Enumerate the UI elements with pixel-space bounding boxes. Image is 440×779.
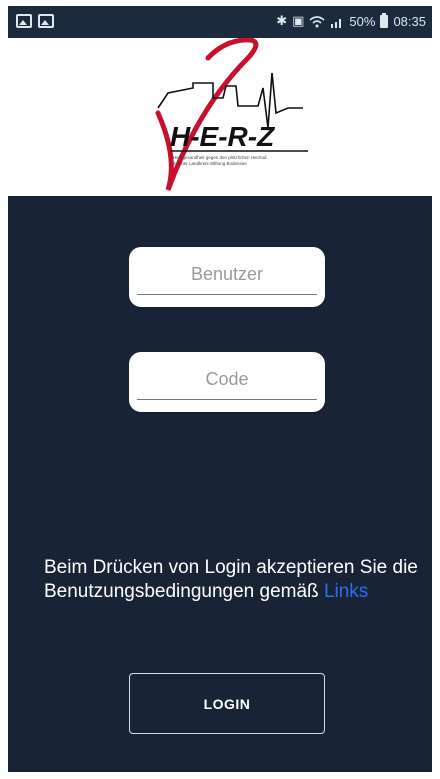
logo-header: H-E-R-Z Herzgesundheit gegen den plötzli…: [8, 38, 432, 196]
app-screen: ✱ ▣ 50% 08:35 H-E-R-Z Herzgesundheit geg…: [8, 6, 432, 772]
logo-title: H-E-R-Z: [170, 121, 275, 152]
battery-icon: [380, 13, 389, 28]
image-icon: [16, 14, 32, 28]
bluetooth-icon: ✱: [276, 13, 288, 29]
logo-subtitle-2: in einer Landkreis-Stiftung Bodensee: [173, 161, 247, 166]
username-field: [129, 247, 325, 307]
login-button[interactable]: LOGIN: [129, 673, 325, 734]
logo-subtitle-1: Herzgesundheit gegen den plötzlichen Her…: [173, 155, 267, 160]
signal-icon: [331, 18, 342, 28]
status-bar: ✱ ▣ 50% 08:35: [8, 6, 432, 38]
gallery-icon: [38, 14, 54, 28]
clock: 08:35: [393, 14, 426, 29]
battery-percent: 50%: [349, 14, 376, 29]
code-input[interactable]: [137, 360, 317, 400]
code-field: [129, 352, 325, 412]
ekg-skyline: [157, 72, 303, 129]
terms-notice: Beim Drücken von Login akzeptieren Sie d…: [44, 556, 424, 604]
wifi-icon: [309, 15, 325, 27]
terms-link[interactable]: Links: [324, 581, 368, 602]
username-input[interactable]: [137, 255, 317, 295]
herz-logo: H-E-R-Z Herzgesundheit gegen den plötzli…: [155, 38, 308, 191]
vibrate-icon: ▣: [292, 13, 305, 29]
heart-check-mark: [155, 38, 259, 191]
